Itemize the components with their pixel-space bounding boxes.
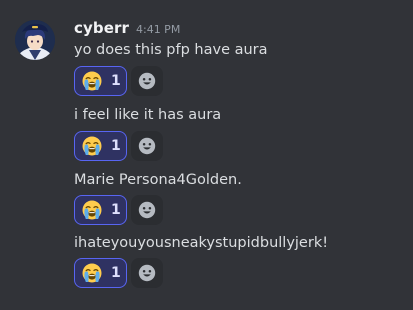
reaction-button[interactable]: 1	[74, 195, 127, 225]
timestamp[interactable]: 4:41 PM	[136, 23, 180, 36]
message-text: ihateyouyousneakystupidbullyjerk!	[74, 235, 329, 251]
message-text: Marie Persona4Golden.	[74, 172, 242, 188]
reaction-count: 1	[111, 73, 121, 89]
message-text: i feel like it has aura	[74, 107, 222, 123]
smiley-face-icon	[138, 137, 156, 155]
message-header: cyberr 4:41 PM	[74, 19, 180, 41]
reaction-bar: 1	[74, 66, 163, 96]
username[interactable]: cyberr	[74, 19, 129, 37]
reaction-bar: 1	[74, 195, 163, 225]
smiley-face-icon	[138, 264, 156, 282]
reaction-button[interactable]: 1	[74, 66, 127, 96]
loudly-crying-face-icon	[82, 71, 102, 91]
reaction-bar: 1	[74, 258, 163, 288]
reaction-bar: 1	[74, 131, 163, 161]
loudly-crying-face-icon	[82, 263, 102, 283]
message-group: cyberr 4:41 PM yo does this pfp have aur…	[0, 0, 413, 310]
reaction-button[interactable]: 1	[74, 131, 127, 161]
reaction-count: 1	[111, 138, 121, 154]
message-text: yo does this pfp have aura	[74, 42, 268, 58]
add-reaction-button[interactable]	[131, 195, 163, 225]
smiley-face-icon	[138, 201, 156, 219]
reaction-button[interactable]: 1	[74, 258, 127, 288]
loudly-crying-face-icon	[82, 200, 102, 220]
smiley-face-icon	[138, 72, 156, 90]
add-reaction-button[interactable]	[131, 66, 163, 96]
reaction-count: 1	[111, 202, 121, 218]
user-avatar[interactable]	[15, 20, 55, 60]
add-reaction-button[interactable]	[131, 131, 163, 161]
reaction-count: 1	[111, 265, 121, 281]
anime-character-avatar-icon	[15, 20, 55, 60]
loudly-crying-face-icon	[82, 136, 102, 156]
add-reaction-button[interactable]	[131, 258, 163, 288]
